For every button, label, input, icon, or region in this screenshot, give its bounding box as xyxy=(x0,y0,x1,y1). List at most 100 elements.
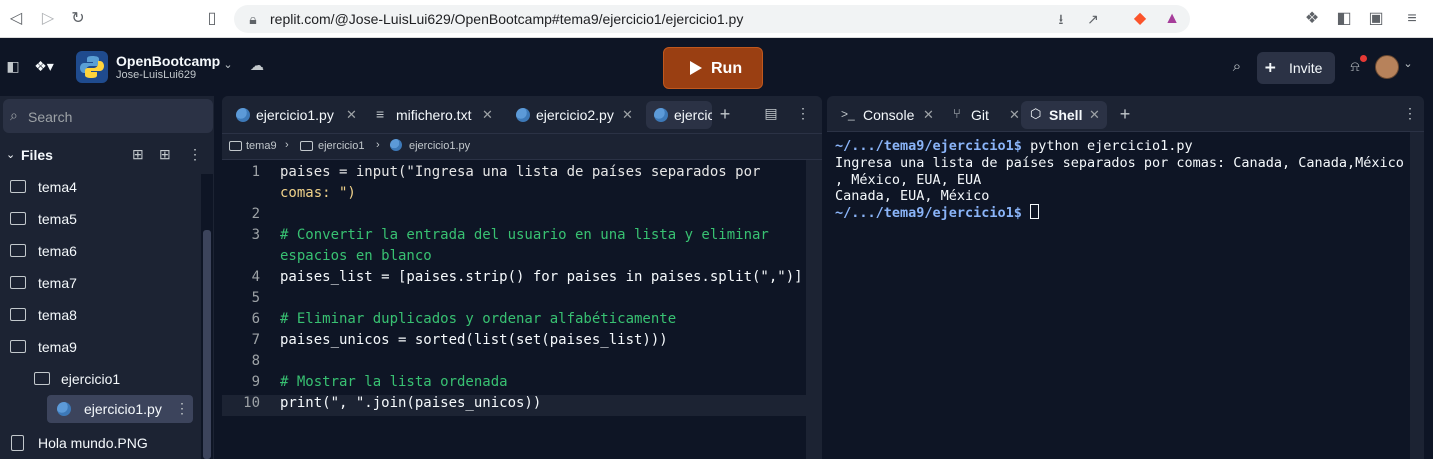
reload-icon[interactable]: ↻ xyxy=(68,9,88,29)
replit-logo-icon[interactable]: ❖▾ xyxy=(30,58,58,75)
close-icon[interactable]: ✕ xyxy=(346,107,357,123)
tree-item-tema6[interactable]: tema6 xyxy=(0,235,200,267)
tab-ejercicio2[interactable]: ejercicio2.py ✕ xyxy=(508,101,636,129)
tree-item-ejercicio1-folder[interactable]: ejercicio1 xyxy=(0,363,200,395)
address-bar[interactable]: 🔒︎ replit.com/@Jose-LuisLui629/OpenBootc… xyxy=(234,5,1190,33)
chevron-down-icon[interactable]: ⌄ xyxy=(1402,57,1414,70)
line-number: 9 xyxy=(251,374,260,390)
extensions-icon[interactable]: ❖ xyxy=(1302,9,1322,29)
close-icon[interactable]: ✕ xyxy=(1089,107,1100,123)
tab-label: Git xyxy=(971,107,989,123)
shell-prompt: ~/.../tema9/ejercicio1$ xyxy=(835,138,1022,154)
tab-ejercicio1[interactable]: ejercicio1.py ✕ xyxy=(228,101,362,129)
more-options-icon[interactable]: ⋮ xyxy=(1401,105,1419,122)
install-icon[interactable]: ⭳ xyxy=(1052,10,1070,28)
new-file-icon[interactable]: ⊞ xyxy=(132,146,144,163)
editor-tabs: ejercicio1.py ✕ ≡ mifichero.txt ✕ ejerci… xyxy=(222,96,822,134)
tab-shell[interactable]: ⬡ Shell ✕ xyxy=(1021,101,1107,129)
bookmark-icon[interactable]: ▯ xyxy=(202,9,222,29)
more-options-icon[interactable]: ⋮ xyxy=(794,105,812,122)
breadcrumb-item[interactable]: ejercicio1.py xyxy=(409,140,470,152)
more-options-icon[interactable]: ⋮ xyxy=(188,146,202,163)
line-number: 7 xyxy=(251,332,260,348)
repl-name[interactable]: OpenBootcamp xyxy=(116,53,220,69)
wallet-icon[interactable]: ▣ xyxy=(1366,9,1386,29)
close-icon[interactable]: ✕ xyxy=(622,107,633,123)
console-icon: >_ xyxy=(841,107,855,121)
notification-dot xyxy=(1360,55,1367,62)
shell-panel: >_ Console ✕ ⑂ Git ✕ ⬡ Shell ✕ + ⋮ ~/...… xyxy=(827,96,1424,459)
folder-icon xyxy=(229,141,242,151)
tab-ejercicio1-active[interactable]: ejercic xyxy=(646,101,712,129)
editor-scrollbar[interactable] xyxy=(806,160,822,459)
tab-console[interactable]: >_ Console ✕ xyxy=(833,101,937,129)
tab-label: Console xyxy=(863,107,915,123)
layout-icon[interactable]: ▤ xyxy=(762,105,780,122)
breadcrumb-item[interactable]: tema9 xyxy=(246,140,277,152)
python-file-icon xyxy=(57,402,71,416)
forward-icon[interactable]: ▷ xyxy=(38,9,58,29)
code-editor[interactable]: 1 2 3 4 5 6 7 8 9 10 paises = input("Ing… xyxy=(222,160,806,459)
browser-toolbar: ◁ ▷ ↻ ▯ 🔒︎ replit.com/@Jose-LuisLui629/O… xyxy=(0,0,1433,38)
tree-item-label: tema8 xyxy=(38,307,77,323)
folder-icon xyxy=(10,244,26,257)
avatar[interactable] xyxy=(1375,55,1399,79)
code-comment: # Eliminar duplicados y ordenar alfabéti… xyxy=(280,311,677,327)
breadcrumb-item[interactable]: ejercicio1 xyxy=(318,140,364,152)
tree-item-tema8[interactable]: tema8 xyxy=(0,299,200,331)
tree-item-tema9[interactable]: tema9 xyxy=(0,331,200,363)
sidebar-scroll-thumb[interactable] xyxy=(203,230,211,459)
tab-label: ejercicio1.py xyxy=(256,107,334,123)
code-comment: # Mostrar la lista ordenada xyxy=(280,374,508,390)
invite-button[interactable]: ➕︎ Invite xyxy=(1257,52,1335,84)
files-header: ⌄ Files ⊞ ⊞ ⋮ xyxy=(0,144,214,168)
tree-item-hola-mundo[interactable]: Hola mundo.PNG xyxy=(0,427,200,459)
sidebar-toggle-icon[interactable]: ◧ xyxy=(4,58,22,75)
line-number: 6 xyxy=(251,311,260,327)
python-file-icon xyxy=(236,108,250,122)
python-logo-icon xyxy=(80,56,104,78)
tree-item-tema5[interactable]: tema5 xyxy=(0,203,200,235)
brave-rewards-icon[interactable]: ▲ xyxy=(1162,9,1182,29)
close-icon[interactable]: ✕ xyxy=(482,107,493,123)
more-options-icon[interactable]: ⋮ xyxy=(175,400,189,417)
share-icon[interactable]: ↗ xyxy=(1084,10,1102,28)
new-tab-icon[interactable]: + xyxy=(1116,104,1134,125)
line-number: 10 xyxy=(243,395,260,411)
new-folder-icon[interactable]: ⊞ xyxy=(159,146,171,163)
tree-item-label: tema7 xyxy=(38,275,77,291)
tree-item-tema4[interactable]: tema4 xyxy=(0,171,200,203)
search-placeholder: Search xyxy=(28,109,73,125)
shell-output[interactable]: ~/.../tema9/ejercicio1$ python ejercicio… xyxy=(827,132,1424,459)
tab-git[interactable]: ⑂ Git ✕ xyxy=(945,101,1027,129)
cloud-sync-icon[interactable]: ☁︎ xyxy=(248,57,266,74)
python-file-icon xyxy=(390,139,402,151)
shell-tabs: >_ Console ✕ ⑂ Git ✕ ⬡ Shell ✕ + ⋮ xyxy=(827,96,1424,132)
menu-icon[interactable]: ≡ xyxy=(1402,9,1422,29)
repl-owner[interactable]: Jose-LuisLui629 xyxy=(116,69,196,81)
search-input[interactable]: ⌕ Search xyxy=(3,99,213,133)
run-button[interactable]: Run xyxy=(663,47,763,89)
close-icon[interactable]: ✕ xyxy=(923,107,934,123)
tab-mifichero[interactable]: ≡ mifichero.txt ✕ xyxy=(368,101,496,129)
folder-open-icon xyxy=(10,340,26,353)
url-text[interactable]: replit.com/@Jose-LuisLui629/OpenBootcamp… xyxy=(270,11,743,27)
back-icon[interactable]: ◁ xyxy=(6,9,26,29)
tree-item-tema7[interactable]: tema7 xyxy=(0,267,200,299)
shell-scrollbar[interactable] xyxy=(1410,132,1424,459)
code-comment: espacios en blanco xyxy=(280,248,432,264)
tree-item-ejercicio1-py[interactable]: ejercicio1.py ⋮ xyxy=(47,395,193,423)
code-line: comas: ") xyxy=(280,185,356,201)
files-label[interactable]: Files xyxy=(21,147,53,163)
chevron-down-icon[interactable]: ⌄ xyxy=(222,58,234,71)
chevron-down-icon[interactable]: ⌄ xyxy=(6,148,15,161)
brave-shield-icon[interactable]: ◆ xyxy=(1130,9,1150,29)
close-icon[interactable]: ✕ xyxy=(1009,107,1020,123)
shell-icon: ⬡ xyxy=(1030,106,1042,121)
sidebar-toggle-icon[interactable]: ◧ xyxy=(1334,9,1354,29)
new-tab-icon[interactable]: + xyxy=(716,104,734,125)
shell-line: ~/.../tema9/ejercicio1$ python ejercicio… xyxy=(835,138,1193,154)
text-cursor xyxy=(1030,204,1040,219)
folder-icon xyxy=(10,276,26,289)
search-icon[interactable]: ⌕ xyxy=(1228,58,1246,75)
